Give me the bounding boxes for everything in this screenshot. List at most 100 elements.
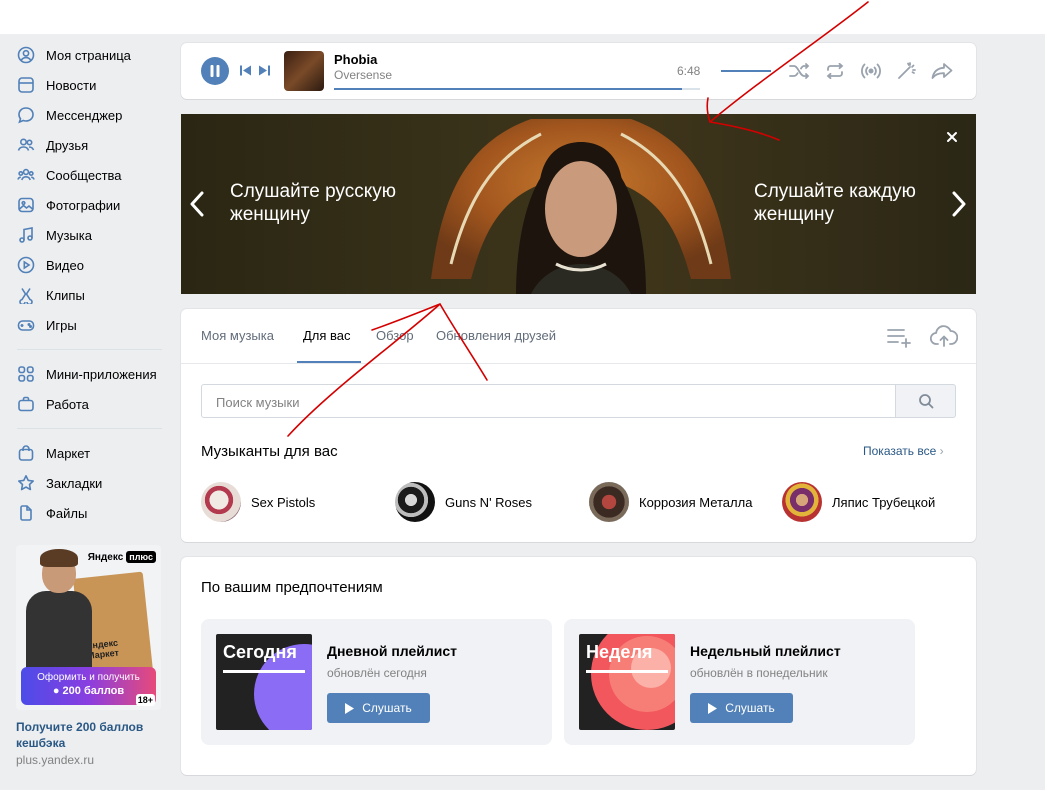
ad-brand-logo: Яндекс плюс: [88, 551, 156, 563]
sidebar-item-label: Игры: [46, 317, 77, 333]
search-button[interactable]: [896, 384, 956, 418]
banner-next-button[interactable]: [949, 188, 969, 220]
chevron-right-icon: ›: [939, 444, 944, 458]
playlist-name[interactable]: Недельный плейлист: [690, 643, 841, 659]
broadcast-icon: [861, 63, 881, 79]
artist-card[interactable]: Ляпис Трубецкой: [782, 482, 935, 522]
banner-prev-button[interactable]: [187, 188, 207, 220]
chevron-left-icon: [190, 191, 204, 217]
avatar: [201, 482, 241, 522]
sidebar-item-communities[interactable]: Сообщества: [0, 160, 170, 190]
track-title[interactable]: Phobia: [334, 52, 377, 67]
sidebar-ad[interactable]: Яндекс плюс Яндекс Маркет Оформить и полу…: [16, 545, 161, 767]
sidebar-item-clips[interactable]: Клипы: [0, 280, 170, 310]
sidebar-item-label: Новости: [46, 77, 97, 93]
recommendations-button[interactable]: [896, 60, 918, 82]
gamepad-icon: [17, 316, 35, 334]
briefcase-icon: [17, 395, 35, 413]
sidebar-item-label: Работа: [46, 396, 89, 412]
banner-right-text: Слушайте каждую женщину: [754, 181, 916, 225]
avatar: [782, 482, 822, 522]
share-arrow-icon: [931, 63, 953, 79]
listen-button[interactable]: Слушать: [327, 693, 430, 723]
cover-underline: [223, 670, 305, 673]
music-search-input[interactable]: [214, 385, 888, 419]
playlist-updated: обновлён сегодня: [327, 666, 427, 680]
magic-wand-icon: [898, 62, 916, 79]
sidebar-item-market[interactable]: Маркет: [0, 438, 170, 468]
playlist-cover[interactable]: Сегодня: [216, 634, 312, 730]
pause-icon: [210, 65, 220, 77]
track-artist[interactable]: Oversense: [334, 68, 392, 82]
progress-bar[interactable]: [334, 88, 700, 90]
plus-coin-icon: ●: [52, 685, 63, 697]
tab-my-music[interactable]: Моя музыка: [201, 328, 274, 343]
sidebar-item-files[interactable]: Файлы: [0, 498, 170, 528]
banner-close-button[interactable]: [945, 130, 959, 144]
sidebar-item-label: Моя страница: [46, 47, 131, 63]
skip-back-icon: [239, 65, 251, 75]
add-playlist-button[interactable]: [887, 326, 913, 348]
user-circle-icon: [17, 46, 35, 64]
preferences-section: По вашим предпочтениям Сегодня Дневной п…: [181, 557, 976, 775]
sidebar: Моя страница Новости Мессенджер Друзья С…: [0, 40, 170, 767]
track-cover[interactable]: [284, 51, 324, 91]
star-icon: [17, 474, 35, 492]
audio-player: Phobia Oversense 6:48: [181, 43, 976, 99]
ad-person-hair: [40, 549, 78, 567]
cover-underline: [586, 670, 668, 673]
clips-icon: [17, 286, 35, 304]
artist-card[interactable]: Коррозия Металла: [589, 482, 752, 522]
music-note-icon: [17, 226, 35, 244]
preferences-title: По вашим предпочтениям: [201, 579, 383, 596]
tab-for-you[interactable]: Для вас: [303, 328, 351, 343]
communities-icon: [17, 166, 35, 184]
upload-button[interactable]: [929, 325, 959, 347]
sidebar-item-friends[interactable]: Друзья: [0, 130, 170, 160]
sidebar-item-photos[interactable]: Фотографии: [0, 190, 170, 220]
show-all-link[interactable]: Показать все ›: [863, 444, 944, 458]
sidebar-item-work[interactable]: Работа: [0, 389, 170, 419]
playlist-cover-label: Сегодня: [223, 642, 297, 662]
sidebar-item-games[interactable]: Игры: [0, 310, 170, 340]
previous-track-button[interactable]: [238, 63, 252, 77]
artist-name: Ляпис Трубецкой: [832, 494, 936, 510]
repeat-button[interactable]: [824, 60, 846, 82]
sidebar-item-label: Мини-приложения: [46, 366, 157, 382]
listen-button[interactable]: Слушать: [690, 693, 793, 723]
next-track-button[interactable]: [257, 63, 271, 77]
top-bar: [0, 0, 1045, 34]
active-tab-indicator: [297, 361, 361, 363]
shuffle-button[interactable]: [789, 60, 811, 82]
playlist-cover[interactable]: Неделя: [579, 634, 675, 730]
sidebar-item-my-page[interactable]: Моя страница: [0, 40, 170, 70]
share-button[interactable]: [931, 60, 953, 82]
sidebar-item-messenger[interactable]: Мессенджер: [0, 100, 170, 130]
avatar: [395, 482, 435, 522]
promo-banner[interactable]: Слушайте русскую женщину Слушайте каждую…: [181, 114, 976, 294]
file-icon: [17, 504, 35, 522]
sidebar-item-news[interactable]: Новости: [0, 70, 170, 100]
broadcast-button[interactable]: [860, 60, 882, 82]
ad-title[interactable]: Получите 200 баллов кешбэка: [16, 720, 161, 751]
playlist-card-daily[interactable]: Сегодня Дневной плейлист обновлён сегодн…: [201, 619, 552, 745]
news-icon: [17, 76, 35, 94]
sidebar-item-label: Видео: [46, 257, 84, 273]
ad-image[interactable]: Яндекс плюс Яндекс Маркет Оформить и полу…: [16, 545, 161, 710]
playlist-name[interactable]: Дневной плейлист: [327, 643, 457, 659]
close-icon: [947, 132, 957, 142]
artist-name: Sex Pistols: [251, 494, 316, 510]
artist-card[interactable]: Sex Pistols: [201, 482, 315, 522]
sidebar-item-video[interactable]: Видео: [0, 250, 170, 280]
skip-forward-icon: [258, 65, 270, 75]
sidebar-item-bookmarks[interactable]: Закладки: [0, 468, 170, 498]
sidebar-item-music[interactable]: Музыка: [0, 220, 170, 250]
volume-slider[interactable]: [721, 70, 771, 72]
playlist-card-weekly[interactable]: Неделя Недельный плейлист обновлён в пон…: [564, 619, 915, 745]
sidebar-item-mini-apps[interactable]: Мини-приложения: [0, 359, 170, 389]
ad-url[interactable]: plus.yandex.ru: [16, 753, 161, 767]
pause-button[interactable]: [201, 57, 229, 85]
tab-overview[interactable]: Обзор: [376, 328, 414, 343]
tab-friends-updates[interactable]: Обновления друзей: [436, 328, 556, 343]
artist-card[interactable]: Guns N' Roses: [395, 482, 532, 522]
